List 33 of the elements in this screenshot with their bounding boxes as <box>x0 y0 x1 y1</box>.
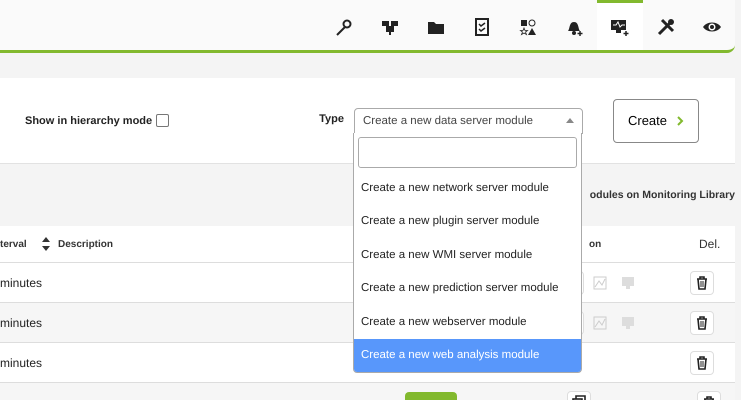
delete-button[interactable] <box>690 350 714 374</box>
hierarchy-checkbox[interactable] <box>156 114 170 127</box>
caret-icon <box>566 118 574 123</box>
dropdown-option[interactable]: Create a new prediction server module <box>354 272 581 305</box>
shapes-icon <box>518 16 538 36</box>
hierarchy-label: Show in hierarchy mode <box>25 114 152 126</box>
table-cell: minutes <box>0 276 42 290</box>
trash-icon <box>694 314 710 330</box>
graph-icon <box>592 314 608 330</box>
search-field[interactable] <box>358 137 577 168</box>
dropdown-option[interactable]: Create a new plugin server module <box>354 204 581 238</box>
delete-button[interactable] <box>690 310 714 334</box>
dropdown-option[interactable]: Create a new network server module <box>354 171 581 204</box>
tab[interactable] <box>597 0 643 50</box>
dropdown-option[interactable]: Create a new webserver module <box>354 305 581 338</box>
sort-icon[interactable] <box>42 236 50 252</box>
trash-icon <box>694 274 710 290</box>
delete-button[interactable] <box>690 270 714 294</box>
monitor-icon <box>620 274 636 290</box>
type-select[interactable]: Create a new data server module <box>354 108 583 134</box>
column-header: Del. <box>699 237 722 251</box>
type-label: Type <box>319 112 344 124</box>
create-button[interactable]: Create <box>613 98 699 142</box>
column-header[interactable]: terval <box>0 238 42 250</box>
checklist-icon <box>472 16 492 36</box>
table-cell: minutes <box>0 316 42 330</box>
column-header: on <box>588 238 602 250</box>
graph-icon <box>592 274 608 290</box>
monitor-icon <box>620 314 636 330</box>
chevron-icon <box>677 116 684 126</box>
trash-icon <box>694 354 710 370</box>
table-cell: minutes <box>0 356 42 370</box>
library-link[interactable]: odules on Monitoring Library <box>590 189 735 201</box>
